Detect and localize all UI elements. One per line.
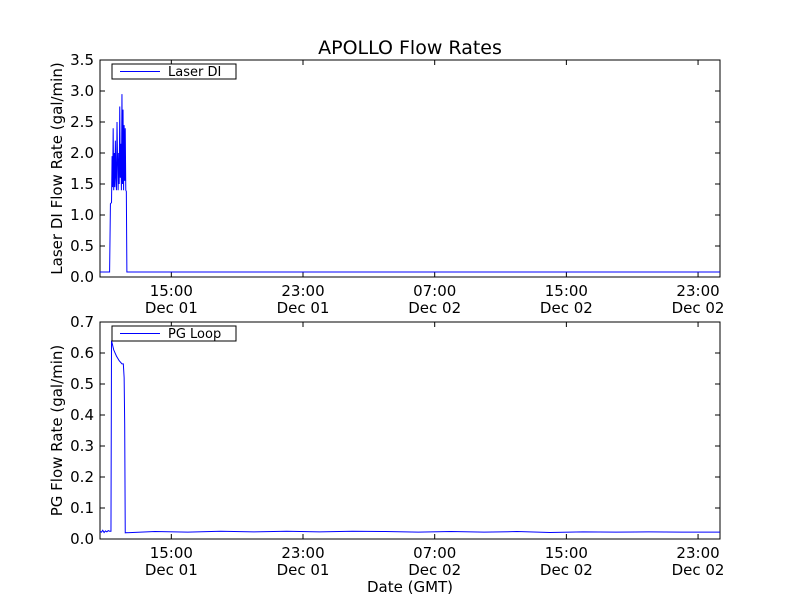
x-tick-date-label: Dec 02	[672, 299, 725, 317]
x-tick-time-label: 23:00	[676, 544, 719, 562]
y-axis-label: Laser DI Flow Rate (gal/min)	[48, 62, 66, 274]
x-tick-time-label: 23:00	[281, 544, 324, 562]
x-tick-time-label: 07:00	[413, 282, 456, 300]
figure: APOLLO Flow Rates 0.0 0.5 1.0 1.5 2.0 2.5 3.0 3…	[48, 37, 724, 596]
x-tick-date-label: Dec 01	[277, 561, 330, 579]
series-line-pg-loop	[99, 340, 720, 534]
x-tick-date-label: Dec 02	[672, 561, 725, 579]
y-tick-label: 1.5	[70, 175, 94, 193]
x-tick-time-label: 15:00	[545, 282, 588, 300]
x-tick-date-label: Dec 02	[408, 299, 461, 317]
x-tick-time-label: 15:00	[150, 282, 193, 300]
y-tick-label: 0.7	[70, 313, 94, 331]
x-axis-label: Date (GMT)	[367, 578, 453, 596]
legend: Laser DI	[111, 63, 237, 80]
y-tick-label: 0.0	[70, 530, 94, 548]
plot-frame	[99, 59, 721, 278]
series-line-laser-di	[100, 94, 720, 273]
legend: PG Loop	[111, 325, 237, 342]
x-tick-time-label: 23:00	[676, 282, 719, 300]
x-tick-date-label: Dec 02	[540, 561, 593, 579]
legend-label: PG Loop	[168, 327, 221, 342]
y-tick-label: 2.5	[70, 113, 94, 131]
y-tick-label: 3.5	[70, 51, 94, 69]
y-tick-label: 1.0	[70, 206, 94, 224]
y-tick-label: 0.0	[70, 268, 94, 286]
legend-label: Laser DI	[168, 65, 221, 80]
y-tick-label: 0.4	[70, 406, 94, 424]
pg-loop-panel: 0.00.10.20.30.40.50.60.715:00Dec 0123:00…	[48, 313, 724, 596]
x-tick-date-label: Dec 01	[145, 299, 198, 317]
figure-title: APOLLO Flow Rates	[318, 37, 502, 59]
y-tick-label: 0.2	[70, 468, 94, 486]
y-tick-label: 0.5	[70, 237, 94, 255]
x-tick-date-label: Dec 02	[408, 561, 461, 579]
y-tick-label: 0.1	[70, 499, 94, 517]
y-tick-label: 2.0	[70, 144, 94, 162]
plot-frame	[99, 321, 721, 540]
x-tick-time-label: 07:00	[413, 544, 456, 562]
y-tick-label: 0.3	[70, 437, 94, 455]
x-tick-date-label: Dec 01	[145, 561, 198, 579]
x-tick-time-label: 15:00	[545, 544, 588, 562]
y-tick-label: 0.5	[70, 375, 94, 393]
x-tick-date-label: Dec 01	[277, 299, 330, 317]
y-axis-label: PG Flow Rate (gal/min)	[48, 345, 66, 517]
x-tick-date-label: Dec 02	[540, 299, 593, 317]
x-tick-time-label: 23:00	[281, 282, 324, 300]
x-tick-time-label: 15:00	[150, 544, 193, 562]
y-tick-label: 3.0	[70, 82, 94, 100]
y-tick-label: 0.6	[70, 344, 94, 362]
laser-di-panel: 0.00.51.01.52.02.53.03.515:00Dec 0123:00…	[48, 51, 724, 317]
